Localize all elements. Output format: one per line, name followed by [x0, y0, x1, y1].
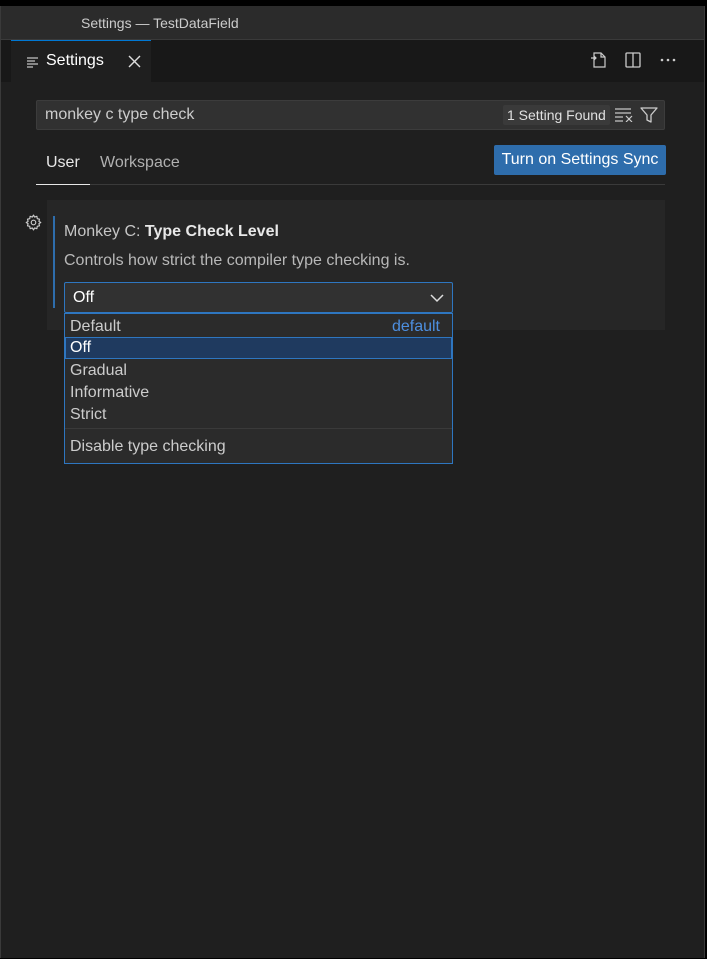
tab-settings[interactable]: Settings	[11, 40, 151, 82]
tab-label: Settings	[46, 52, 104, 69]
window-title: Settings — TestDataField	[81, 15, 239, 31]
editor-tab-bar: Settings	[1, 40, 704, 82]
filter-icon[interactable]	[640, 106, 658, 129]
title-bar: Settings — TestDataField	[1, 6, 704, 40]
option-strict[interactable]: Strict	[65, 404, 452, 426]
option-informative[interactable]: Informative	[65, 382, 452, 404]
tab-user[interactable]: User	[36, 154, 90, 185]
more-actions-icon[interactable]	[658, 50, 678, 70]
editor-actions	[588, 50, 678, 70]
dropdown-divider	[65, 428, 452, 429]
close-icon[interactable]	[128, 55, 141, 73]
clear-search-icon[interactable]	[615, 108, 633, 127]
focus-indicator	[53, 216, 55, 308]
setting-title: Monkey C: Type Check Level	[64, 223, 279, 241]
option-description: Disable type checking	[70, 438, 226, 455]
settings-search: 1 Setting Found	[36, 100, 665, 130]
split-editor-icon[interactable]	[623, 50, 643, 70]
option-default[interactable]: Default default	[65, 316, 452, 338]
setting-category: Monkey C:	[64, 223, 145, 240]
setting-name: Type Check Level	[144, 223, 279, 240]
select-dropdown: Default default Off Gradual Informative …	[64, 313, 453, 464]
search-input[interactable]	[37, 101, 487, 129]
chevron-down-icon	[430, 291, 444, 310]
option-gradual[interactable]: Gradual	[65, 360, 452, 382]
setting-description: Controls how strict the compiler type ch…	[64, 252, 410, 269]
open-settings-json-icon[interactable]	[588, 50, 608, 70]
type-check-level-select[interactable]: Off	[64, 282, 453, 313]
settings-file-icon	[27, 55, 39, 73]
results-count-badge: 1 Setting Found	[503, 105, 610, 125]
default-hint: default	[391, 318, 440, 335]
settings-sync-button[interactable]: Turn on Settings Sync	[494, 145, 666, 175]
gear-icon[interactable]	[25, 214, 42, 236]
select-value: Off	[73, 289, 95, 306]
settings-window: Settings — TestDataField Settings 1	[0, 6, 705, 958]
option-off[interactable]: Off	[65, 337, 452, 359]
tab-workspace[interactable]: Workspace	[90, 154, 190, 184]
